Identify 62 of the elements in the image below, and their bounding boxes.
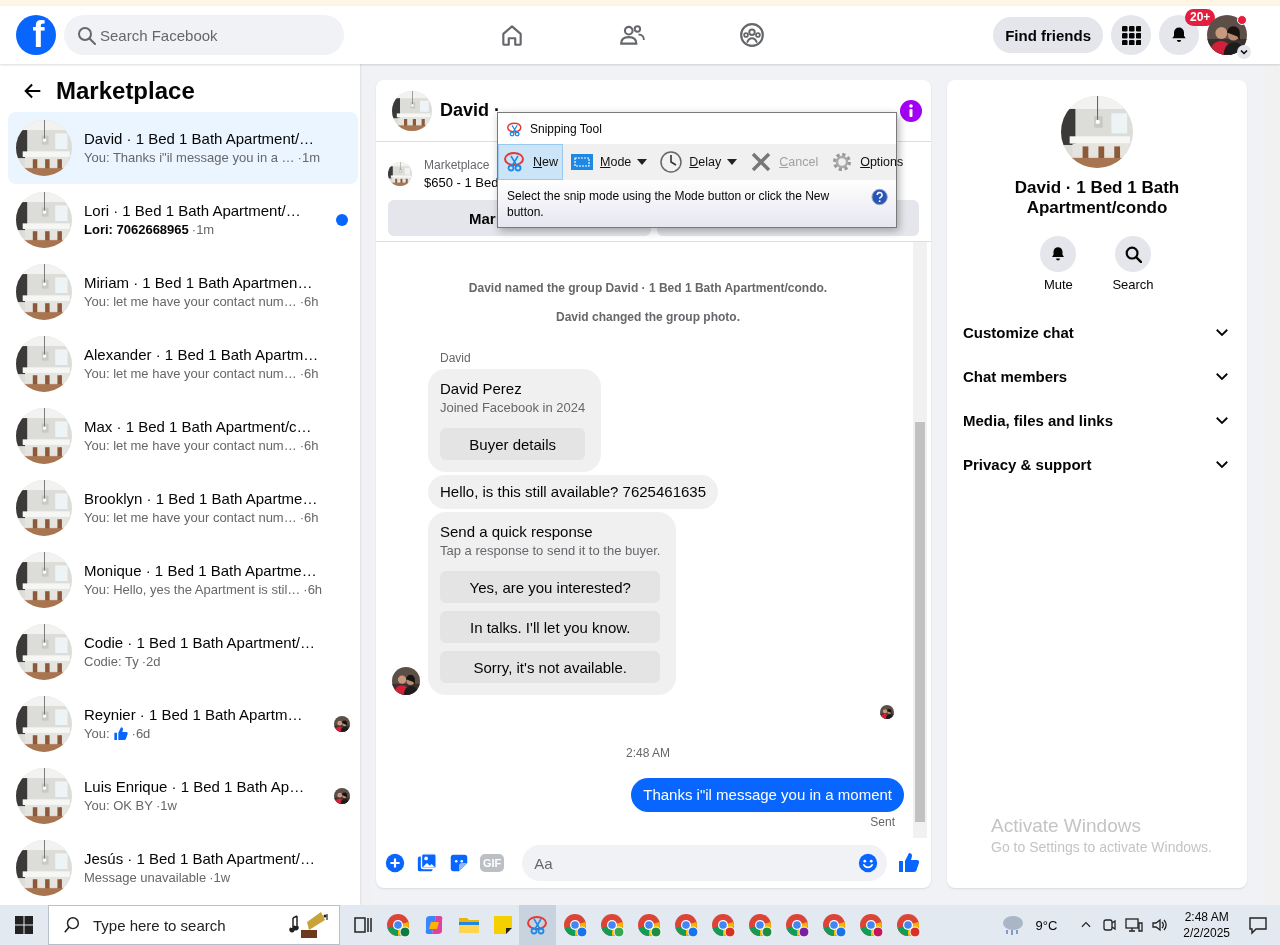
window-title: Snipping Tool bbox=[530, 121, 602, 136]
notification-badge: 20+ bbox=[1185, 9, 1216, 26]
conversation-name: Brooklyn · 1 Bed 1 Bath Apartme… bbox=[84, 489, 319, 509]
message-time: ·6h bbox=[299, 365, 319, 383]
conversation-name: Alexander · 1 Bed 1 Bath Apartm… bbox=[84, 345, 320, 365]
conversation-name: Miriam · 1 Bed 1 Bath Apartmen… bbox=[84, 273, 314, 293]
system-message: David named the group David · 1 Bed 1 Bath Apartment/condo. bbox=[467, 280, 829, 296]
card-title: Send a quick response bbox=[440, 522, 594, 542]
message-bubble: Thanks i"il message you in a moment bbox=[631, 778, 904, 812]
hint-text: Select the snip mode using the Mode button or click the New button. bbox=[507, 188, 831, 220]
conversation-name: David · 1 Bed 1 Bath Apartment/… bbox=[84, 129, 316, 149]
message-time: ·1w bbox=[155, 797, 177, 815]
message-preview: Lori: 7062668965 bbox=[84, 221, 189, 239]
message-preview: You: bbox=[84, 725, 110, 743]
page-title: Marketplace bbox=[56, 77, 195, 105]
system-message: David changed the group photo. bbox=[555, 309, 741, 325]
message-preview: You: let me have your contact num… bbox=[84, 293, 297, 311]
weather-text: 9°C bbox=[1035, 917, 1058, 933]
conversation-name: Max · 1 Bed 1 Bath Apartment/c… bbox=[84, 417, 313, 437]
chat-title: David · bbox=[440, 100, 500, 121]
activation-notice-title: Activate Windows bbox=[991, 815, 1142, 837]
conversation-name: Lori · 1 Bed 1 Bath Apartment/… bbox=[84, 201, 302, 221]
section-label: Chat members bbox=[963, 367, 1068, 385]
conversation-name: Reynier · 1 Bed 1 Bath Apartm… bbox=[84, 705, 304, 725]
conversation-name: Monique · 1 Bed 1 Bath Apartme… bbox=[84, 561, 318, 581]
message-time: ·1w bbox=[209, 869, 231, 887]
message-bubble: Hello, is this still available? 7625461635 bbox=[428, 475, 718, 509]
message-time: ·1m bbox=[297, 149, 320, 167]
buyer-info: Joined Facebook in 2024 bbox=[440, 399, 586, 416]
action-label: Mute bbox=[1043, 277, 1073, 292]
section-label: Customize chat bbox=[963, 323, 1074, 341]
delivery-status: Sent bbox=[869, 815, 895, 829]
section-label: Media, files and links bbox=[963, 411, 1114, 429]
clock-date: 2/2/2025 bbox=[1183, 925, 1230, 941]
message-preview: You: Thanks i"il message you in a … bbox=[84, 149, 295, 167]
message-time: ·6h bbox=[299, 437, 319, 455]
message-preview: You: OK BY bbox=[84, 797, 153, 815]
action-label: Search bbox=[1112, 277, 1154, 292]
sender-name: David bbox=[440, 351, 472, 365]
message-preview: Message unavailable bbox=[84, 869, 207, 887]
conversation-name: Codie · 1 Bed 1 Bath Apartment/… bbox=[84, 633, 316, 653]
message-time: ·6h bbox=[303, 581, 323, 599]
section-label: Privacy & support bbox=[963, 455, 1092, 473]
message-preview: You: let me have your contact num… bbox=[84, 509, 297, 527]
message-preview: You: let me have your contact num… bbox=[84, 437, 297, 455]
clock-time: 2:48 AM bbox=[1184, 909, 1229, 925]
message-preview: Codie: Ty bbox=[84, 653, 139, 671]
message-time: ·2d bbox=[141, 653, 161, 671]
conversation-name: Jesús · 1 Bed 1 Bath Apartment/… bbox=[84, 849, 316, 869]
chat-title: David · 1 Bed 1 Bath Apartment/condo bbox=[1013, 178, 1181, 218]
message-preview: You: let me have your contact num… bbox=[84, 365, 297, 383]
activation-notice-text: Go to Settings to activate Windows. bbox=[991, 838, 1212, 857]
message-time: ·6h bbox=[299, 293, 319, 311]
buyer-name: David Perez bbox=[440, 379, 523, 399]
listing-label: Marketplace bbox=[424, 157, 491, 174]
timestamp: 2:48 AM bbox=[625, 746, 671, 760]
card-subtitle: Tap a response to send it to the buyer. bbox=[440, 542, 661, 559]
message-time: ·6d bbox=[131, 725, 151, 743]
conversation-name: Luis Enrique · 1 Bed 1 Bath Ap… bbox=[84, 777, 306, 797]
message-preview: You: Hello, yes the Apartment is stil… bbox=[84, 581, 301, 599]
message-time: ·1m bbox=[191, 221, 215, 239]
message-time: ·6h bbox=[299, 509, 319, 527]
